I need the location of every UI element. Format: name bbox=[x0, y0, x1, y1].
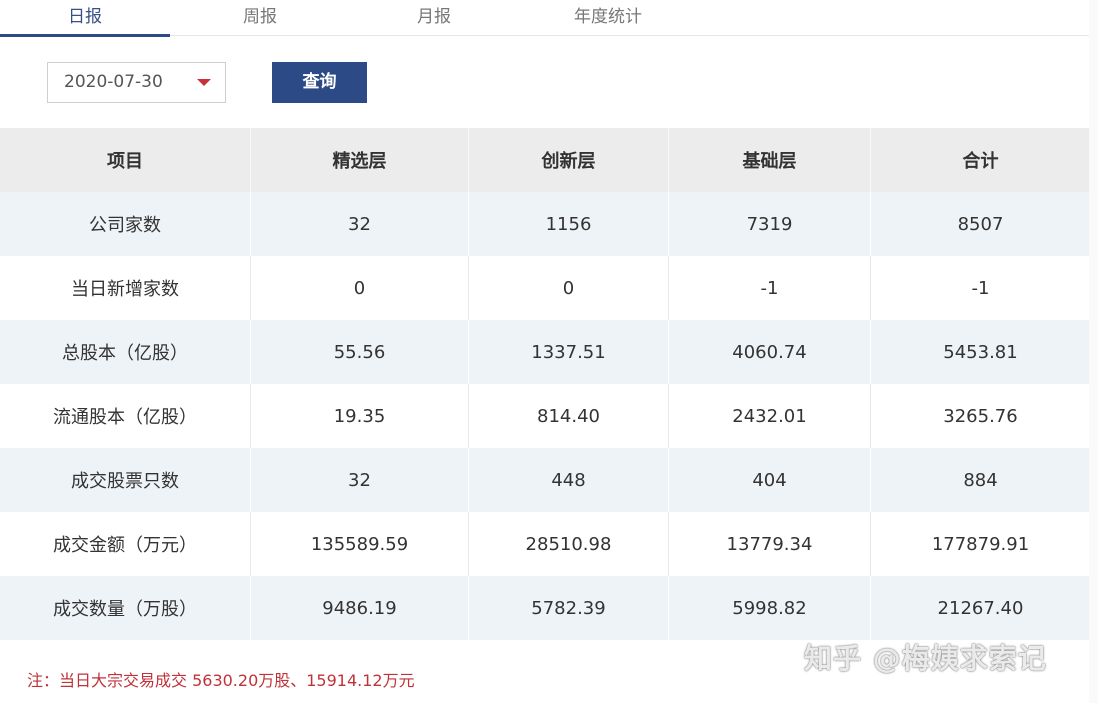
table-cell: 7319 bbox=[669, 192, 871, 256]
row-label: 成交股票只数 bbox=[0, 448, 251, 512]
date-value: 2020-07-30 bbox=[64, 72, 163, 92]
table-row: 当日新增家数 0 0 -1 -1 bbox=[0, 256, 1090, 320]
table-cell: 4060.74 bbox=[669, 320, 871, 384]
table-header-row: 项目 精选层 创新层 基础层 合计 bbox=[0, 128, 1090, 192]
table-cell: 28510.98 bbox=[469, 512, 669, 576]
table-cell: 8507 bbox=[957, 213, 1004, 235]
table-cell: 1337.51 bbox=[469, 320, 669, 384]
tab-weekly[interactable]: 周报 bbox=[175, 0, 345, 36]
table-cell: 5782.39 bbox=[469, 576, 669, 640]
tab-daily[interactable]: 日报 bbox=[0, 0, 170, 36]
table-cell: 32 bbox=[251, 448, 469, 512]
report-tabs: 日报 周报 月报 年度统计 bbox=[0, 0, 1090, 37]
table-cell: 135589.59 bbox=[251, 512, 469, 576]
table-cell: 13779.34 bbox=[669, 512, 871, 576]
table-cell: 32 bbox=[251, 192, 469, 256]
table-cell: 0 bbox=[251, 256, 469, 320]
row-label: 成交金额（万元） bbox=[0, 512, 251, 576]
column-header: 精选层 bbox=[251, 128, 469, 192]
column-header: 基础层 bbox=[669, 128, 871, 192]
table-cell: 55.56 bbox=[251, 320, 469, 384]
table-row: 流通股本（亿股） 19.35 814.40 2432.01 3265.76 bbox=[0, 384, 1090, 448]
table-cell: 0 bbox=[469, 256, 669, 320]
chevron-down-icon bbox=[197, 79, 211, 86]
table-cell: 448 bbox=[469, 448, 669, 512]
column-header: 项目 bbox=[0, 128, 251, 192]
query-button[interactable]: 查询 bbox=[272, 62, 367, 103]
table-cell: 814.40 bbox=[469, 384, 669, 448]
date-picker[interactable]: 2020-07-30 bbox=[47, 62, 226, 103]
table-cell: 21267.40 bbox=[937, 597, 1024, 619]
active-tab-indicator bbox=[0, 34, 170, 37]
table-cell: 2432.01 bbox=[669, 384, 871, 448]
block-trade-note: 注：当日大宗交易成交 5630.20万股、15914.12万元 bbox=[27, 671, 415, 690]
table-cell: 177879.91 bbox=[931, 533, 1030, 555]
table-row: 公司家数 32 1156 7319 8507 bbox=[0, 192, 1090, 256]
row-label: 成交数量（万股） bbox=[0, 576, 251, 640]
watermark: 知乎 @梅姨求索记 bbox=[804, 642, 1047, 675]
table-cell: 1156 bbox=[469, 192, 669, 256]
table-row: 成交股票只数 32 448 404 884 bbox=[0, 448, 1090, 512]
column-header: 创新层 bbox=[469, 128, 669, 192]
stats-table: 项目 精选层 创新层 基础层 合计 公司家数 32 1156 7319 8507… bbox=[0, 128, 1090, 640]
table-row: 成交金额（万元） 135589.59 28510.98 13779.34 177… bbox=[0, 512, 1090, 576]
row-label: 公司家数 bbox=[0, 192, 251, 256]
table-row: 成交数量（万股） 9486.19 5782.39 5998.82 21267.4… bbox=[0, 576, 1090, 640]
table-cell: 3265.76 bbox=[943, 405, 1018, 427]
scrollbar[interactable] bbox=[1089, 0, 1098, 703]
page: 日报 周报 月报 年度统计 2020-07-30 查询 项目 精选层 创新层 基… bbox=[0, 0, 1098, 703]
table-row: 总股本（亿股） 55.56 1337.51 4060.74 5453.81 bbox=[0, 320, 1090, 384]
table-cell: 5453.81 bbox=[943, 341, 1018, 363]
table-cell: -1 bbox=[971, 277, 990, 299]
table-cell: -1 bbox=[669, 256, 871, 320]
tab-monthly[interactable]: 月报 bbox=[349, 0, 519, 36]
row-label: 总股本（亿股） bbox=[0, 320, 251, 384]
row-label: 流通股本（亿股） bbox=[0, 384, 251, 448]
table-cell: 9486.19 bbox=[251, 576, 469, 640]
row-label: 当日新增家数 bbox=[0, 256, 251, 320]
tab-annual[interactable]: 年度统计 bbox=[523, 0, 693, 36]
column-header: 合计 bbox=[962, 151, 999, 172]
table-cell: 884 bbox=[963, 469, 998, 491]
table-cell: 5998.82 bbox=[669, 576, 871, 640]
table-cell: 404 bbox=[669, 448, 871, 512]
table-cell: 19.35 bbox=[251, 384, 469, 448]
